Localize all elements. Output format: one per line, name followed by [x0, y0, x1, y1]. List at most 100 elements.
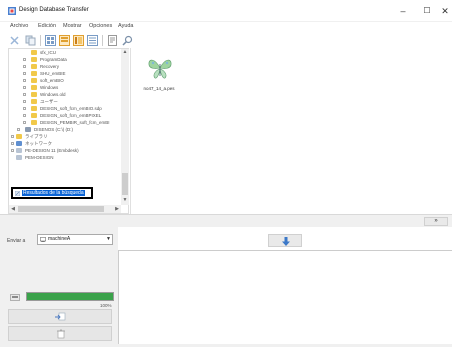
expand-icon[interactable] [11, 135, 14, 138]
folder-icon [16, 155, 22, 160]
menu-opciones[interactable]: Opciones [89, 23, 112, 29]
search-results-icon [15, 191, 20, 196]
tree-item[interactable]: Recovery [23, 63, 59, 70]
scroll-thumb[interactable] [18, 206, 104, 212]
minimize-button[interactable]: – [394, 4, 412, 18]
tree-item[interactable]: PEM-DESIGN [11, 154, 54, 161]
butterfly-design-image [148, 59, 172, 79]
delete-button[interactable] [8, 326, 112, 341]
expand-icon[interactable] [23, 114, 26, 117]
expand-icon[interactable] [23, 93, 26, 96]
expand-icon[interactable] [23, 121, 26, 124]
folder-icon [31, 106, 37, 111]
send-to-label: Enviar a [7, 238, 26, 244]
title-bar: Design Database Transfer – ☐ ✕ [0, 0, 452, 22]
copy-icon[interactable] [25, 35, 36, 46]
expand-icon[interactable] [23, 100, 26, 103]
folder-icon [16, 148, 22, 153]
folder-icon [31, 85, 37, 90]
expand-icon[interactable] [23, 79, 26, 82]
search-icon[interactable] [122, 35, 133, 46]
toolbar-separator [40, 35, 41, 46]
menu-bar: Archivo Edición Mostrar Opciones Ayuda [0, 22, 452, 32]
tree-item[interactable]: DISENOS (C:\) (D:) [17, 126, 73, 133]
folder-icon [31, 78, 37, 83]
close-button[interactable]: ✕ [436, 4, 452, 18]
tree-item[interactable]: SHU_emBIE [23, 70, 66, 77]
tree-item[interactable]: soft_emBIO [23, 77, 64, 84]
expand-icon[interactable] [11, 142, 14, 145]
folder-icon [31, 64, 37, 69]
expand-icon[interactable] [23, 58, 26, 61]
folder-tree[interactable]: sfx_ICU ProgramData Recovery SHU_emBIE s… [9, 49, 121, 205]
transfer-button[interactable] [268, 234, 302, 247]
expand-icon[interactable] [17, 128, 20, 131]
transfer-controls: Enviar a machineA ▼ 100% [0, 227, 118, 347]
properties-icon[interactable] [107, 35, 118, 46]
design-thumbnail[interactable]: no47_14_a.pes [137, 52, 181, 98]
scroll-left-icon[interactable]: ◀ [9, 206, 17, 212]
menu-edicion[interactable]: Edición [38, 23, 56, 29]
tree-item[interactable]: DESIGN_soft_fcm_emBIO.sdp [23, 105, 102, 112]
cut-icon[interactable] [9, 35, 20, 46]
expand-icon[interactable] [11, 149, 14, 152]
tree-item[interactable]: ProgramData [23, 56, 67, 63]
tree-vertical-scrollbar[interactable]: ▲ ▼ [121, 49, 129, 205]
transfer-progress-bar [26, 292, 114, 301]
folder-icon [31, 57, 37, 62]
panel-divider[interactable]: » [0, 214, 452, 227]
tree-item[interactable]: Windows.old [23, 91, 66, 98]
library-icon [16, 134, 22, 139]
network-icon [16, 141, 22, 146]
scroll-down-icon[interactable]: ▼ [121, 197, 129, 203]
progress-device-icon [10, 294, 20, 301]
send-to-machine-icon [55, 312, 66, 321]
arrow-down-icon [282, 237, 290, 246]
folder-icon [31, 99, 37, 104]
design-filename: no47_14_a.pes [143, 86, 175, 91]
file-list-pane[interactable]: no47_14_a.pes [130, 48, 452, 214]
machine-select[interactable]: machineA ▼ [37, 234, 113, 245]
double-chevron-down-icon: » [434, 218, 438, 224]
toolbar [0, 33, 452, 48]
scroll-right-icon[interactable]: ▶ [113, 206, 121, 212]
expand-icon[interactable] [23, 72, 26, 75]
toolbar-separator [102, 35, 103, 46]
drive-icon [25, 127, 31, 132]
expand-icon[interactable] [23, 86, 26, 89]
folder-icon [31, 113, 37, 118]
details-view-icon[interactable] [87, 35, 98, 46]
tree-item[interactable]: sfx_ICU [31, 49, 56, 56]
progress-percent: 100% [100, 303, 112, 308]
tree-horizontal-scrollbar[interactable]: ◀ ▶ [9, 205, 121, 213]
expand-icon[interactable] [23, 65, 26, 68]
view-list-icon[interactable] [73, 35, 84, 46]
machine-file-list[interactable] [118, 250, 452, 344]
view-medium-icon[interactable] [59, 35, 70, 46]
menu-mostrar[interactable]: Mostrar [63, 23, 82, 29]
maximize-button[interactable]: ☐ [418, 4, 436, 18]
tree-item[interactable]: ユーザー [23, 98, 58, 105]
menu-archivo[interactable]: Archivo [10, 23, 28, 29]
trash-icon [57, 329, 65, 339]
window-title: Design Database Transfer [19, 7, 89, 13]
tree-item[interactable]: PE-DESIGN 11 (Embdesk) [11, 147, 79, 154]
expand-icon[interactable] [23, 107, 26, 110]
tree-item[interactable]: DESIGN_soft_fcm_emBPIXEL [23, 112, 101, 119]
tree-item[interactable]: Windows [23, 84, 58, 91]
chevron-down-icon: ▼ [106, 236, 111, 242]
scroll-thumb[interactable] [122, 173, 128, 195]
tree-item[interactable]: ライブラリ [11, 133, 48, 140]
menu-ayuda[interactable]: Ayuda [118, 23, 134, 29]
scroll-up-icon[interactable]: ▲ [121, 49, 129, 55]
folder-tree-pane[interactable]: sfx_ICU ProgramData Recovery SHU_emBIE s… [8, 48, 129, 214]
tree-item[interactable]: DESIGN_PEMBIR_soft_fcm_emBI [23, 119, 110, 126]
folder-icon [31, 71, 37, 76]
app-icon [8, 7, 16, 15]
progress-fill [27, 293, 113, 300]
tree-item[interactable]: ネットワーク [11, 140, 52, 147]
search-results-item[interactable]: Resultados de la búsqueda [11, 187, 93, 199]
send-button[interactable] [8, 309, 112, 324]
collapse-button[interactable]: » [424, 217, 448, 226]
view-large-icon[interactable] [45, 35, 56, 46]
